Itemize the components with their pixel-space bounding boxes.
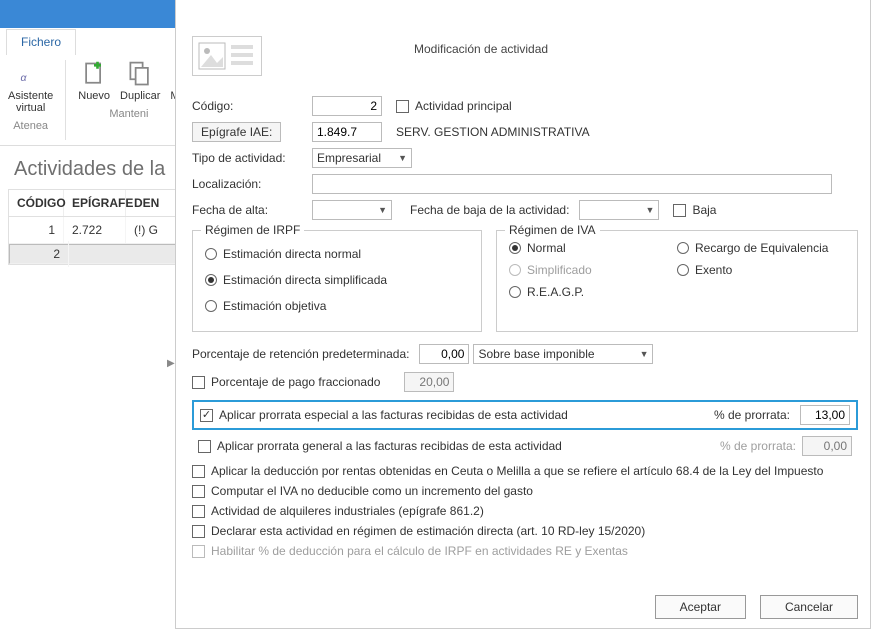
prorrata-especial-highlight: ✓ Aplicar prorrata especial a las factur… bbox=[192, 400, 858, 430]
ribbon-group-manteni: Manteni bbox=[109, 108, 148, 120]
fecha-alta-picker[interactable]: ▼ bbox=[312, 200, 392, 220]
expand-handle[interactable]: ▶ bbox=[167, 358, 175, 369]
actividad-principal-checkbox[interactable]: Actividad principal bbox=[396, 99, 512, 113]
ribbon-tab-fichero[interactable]: Fichero bbox=[6, 29, 76, 55]
irpf-directa-normal-radio[interactable]: Estimación directa normal bbox=[205, 247, 361, 261]
separator bbox=[65, 60, 66, 140]
checkbox-icon bbox=[198, 440, 211, 453]
pct-prorrata-general-input bbox=[802, 436, 852, 456]
checkbox-icon bbox=[673, 204, 686, 217]
epigrafe-iae-button[interactable]: Epígrafe IAE: bbox=[192, 122, 281, 142]
fecha-alta-label: Fecha de alta: bbox=[192, 203, 312, 217]
col-den[interactable]: DEN bbox=[126, 190, 181, 216]
dialog-section-title: Modificación de actividad bbox=[414, 42, 548, 56]
col-codigo[interactable]: CÓDIGO bbox=[9, 190, 64, 216]
retencion-base-select[interactable]: Sobre base imponible▼ bbox=[473, 344, 653, 364]
alquileres-industriales-checkbox[interactable]: Actividad de alquileres industriales (ep… bbox=[192, 504, 858, 518]
nuevo-button[interactable]: Nuevo bbox=[78, 60, 110, 102]
regimen-irpf-legend: Régimen de IRPF bbox=[201, 223, 304, 237]
col-epigrafe[interactable]: EPÍGRAFE bbox=[64, 190, 126, 216]
asistente-virtual-button[interactable]: α Asistente virtual bbox=[8, 60, 53, 114]
dialog: Modificación de actividad Código: Activi… bbox=[175, 0, 871, 629]
checkbox-icon bbox=[396, 100, 409, 113]
iva-simplificado-radio: Simplificado bbox=[509, 263, 677, 277]
iva-no-deducible-checkbox[interactable]: Computar el IVA no deducible como un inc… bbox=[192, 484, 858, 498]
checkbox-icon bbox=[192, 545, 205, 558]
iva-normal-radio[interactable]: Normal bbox=[509, 241, 677, 255]
localizacion-label: Localización: bbox=[192, 177, 312, 191]
ribbon-group-atenea: Atenea bbox=[13, 120, 48, 132]
irpf-objetiva-radio[interactable]: Estimación objetiva bbox=[205, 299, 326, 313]
chevron-down-icon: ▼ bbox=[640, 349, 649, 359]
checkbox-icon bbox=[192, 485, 205, 498]
checkbox-checked-icon: ✓ bbox=[200, 409, 213, 422]
image-placeholder-icon bbox=[192, 36, 262, 76]
regimen-iva-fieldset: Régimen de IVA Normal Recargo de Equival… bbox=[496, 230, 858, 332]
svg-text:α: α bbox=[20, 72, 27, 84]
prorrata-general-checkbox[interactable]: Aplicar prorrata general a las facturas … bbox=[198, 439, 562, 453]
accept-button[interactable]: Aceptar bbox=[655, 595, 746, 619]
regimen-irpf-fieldset: Régimen de IRPF Estimación directa norma… bbox=[192, 230, 482, 332]
chevron-down-icon: ▼ bbox=[646, 205, 655, 215]
fecha-baja-label: Fecha de baja de la actividad: bbox=[410, 203, 569, 217]
new-document-icon bbox=[80, 60, 108, 88]
chevron-down-icon: ▼ bbox=[378, 205, 387, 215]
duplicar-button[interactable]: Duplicar bbox=[120, 60, 160, 102]
checkbox-icon bbox=[192, 465, 205, 478]
ceuta-melilla-checkbox[interactable]: Aplicar la deducción por rentas obtenida… bbox=[192, 464, 858, 478]
habilitar-deduccion-checkbox: Habilitar % de deducción para el cálculo… bbox=[192, 544, 858, 558]
iva-exento-radio[interactable]: Exento bbox=[677, 263, 845, 277]
irpf-directa-simplificada-radio[interactable]: Estimación directa simplificada bbox=[205, 273, 387, 287]
pct-prorrata-gen-label: % de prorrata: bbox=[720, 439, 796, 453]
duplicate-icon bbox=[126, 60, 154, 88]
pago-fraccionado-input bbox=[404, 372, 454, 392]
tipo-actividad-label: Tipo de actividad: bbox=[192, 151, 312, 165]
epigrafe-input[interactable] bbox=[312, 122, 382, 142]
cancel-button[interactable]: Cancelar bbox=[760, 595, 858, 619]
localizacion-input[interactable] bbox=[312, 174, 832, 194]
baja-checkbox[interactable]: Baja bbox=[673, 203, 716, 217]
alpha-icon: α bbox=[17, 60, 45, 88]
pct-prorrata-especial-input[interactable] bbox=[800, 405, 850, 425]
pct-prorrata-label: % de prorrata: bbox=[714, 408, 790, 422]
tipo-actividad-select[interactable]: Empresarial▼ bbox=[312, 148, 412, 168]
declarar-estimacion-directa-checkbox[interactable]: Declarar esta actividad en régimen de es… bbox=[192, 524, 858, 538]
iva-reagp-radio[interactable]: R.E.A.G.P. bbox=[509, 285, 677, 299]
epigrafe-desc: SERV. GESTION ADMINISTRATIVA bbox=[396, 125, 590, 139]
checkbox-icon bbox=[192, 505, 205, 518]
codigo-input[interactable] bbox=[312, 96, 382, 116]
codigo-label: Código: bbox=[192, 99, 312, 113]
chevron-down-icon: ▼ bbox=[398, 153, 407, 163]
iva-recargo-radio[interactable]: Recargo de Equivalencia bbox=[677, 241, 845, 255]
checkbox-icon bbox=[192, 525, 205, 538]
prorrata-especial-checkbox[interactable]: ✓ Aplicar prorrata especial a las factur… bbox=[200, 408, 568, 422]
regimen-iva-legend: Régimen de IVA bbox=[505, 223, 600, 237]
pago-fraccionado-checkbox[interactable]: Porcentaje de pago fraccionado bbox=[192, 375, 380, 389]
retencion-input[interactable] bbox=[419, 344, 469, 364]
checkbox-icon bbox=[192, 376, 205, 389]
fecha-baja-picker[interactable]: ▼ bbox=[579, 200, 659, 220]
retencion-label: Porcentaje de retención predeterminada: bbox=[192, 347, 409, 361]
